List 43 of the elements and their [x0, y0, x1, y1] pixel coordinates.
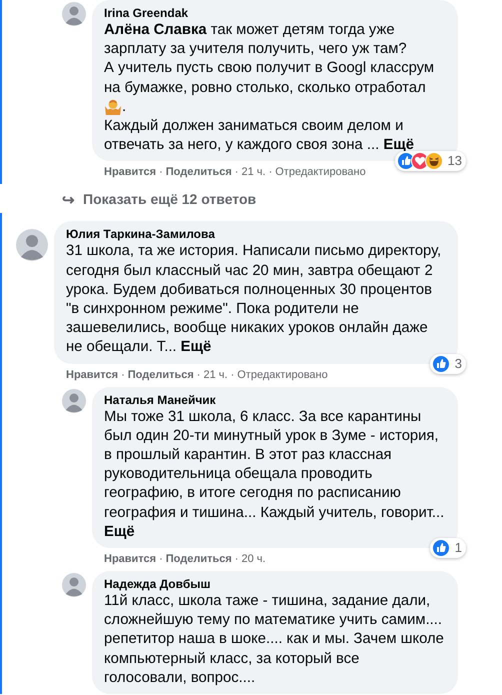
comment-text: 11й класс, школа таже - тишина, задание дали, сложнейшую тему по математике учить самим.... репетитор наша в шоке.... как и мы. Зачем школе компьютерный класс, за который все голосовали, вопрос....: [104, 592, 445, 688]
author-name[interactable]: Юлия Таркина-Замилова: [66, 226, 446, 242]
comment-text: А учитель пусть свою получит в Googl классрум на бумажке, ровно столько, сколько отработал: [104, 59, 436, 98]
comment-time[interactable]: 20 ч.: [241, 553, 266, 566]
see-more-link[interactable]: Ещё: [383, 137, 414, 154]
separator: ·: [268, 166, 272, 178]
separator: ·: [234, 553, 238, 566]
comment-text: .: [122, 98, 126, 117]
avatar-icon[interactable]: [62, 573, 86, 598]
author-name[interactable]: Надежда Довбыш: [104, 576, 446, 592]
separator: ·: [234, 166, 238, 178]
action-link[interactable]: Поделиться: [166, 166, 232, 178]
comment-text: Алёна Славка так может детям тогда уже зарплату за учителя получить, чего уж там?: [104, 21, 408, 60]
shrug-person-icon: [104, 99, 122, 115]
reactions-badge[interactable]: 1: [430, 538, 466, 558]
action-link[interactable]: Нравится: [104, 166, 156, 178]
laughing-face-icon: [424, 152, 443, 170]
reply-arrow-icon: ↪: [62, 190, 75, 209]
separator: ·: [230, 368, 234, 381]
comment-time[interactable]: 21 ч.: [203, 368, 228, 381]
comment-text: Мы тоже 31 школа, 6 класс. За все карантины был один 20-ти минутный урок в Зуме - история, в прошлый карантин. В этот раз классная руководительница обещала проводить географию, в итоге сегодня по расписанию география и тишина... Каждый учитель, говорит...: [104, 408, 446, 523]
thumbs-up-icon: [432, 539, 450, 558]
see-more-link[interactable]: Ещё: [180, 339, 212, 356]
separator: ·: [159, 553, 163, 566]
avatar-icon[interactable]: [16, 229, 48, 262]
action-link[interactable]: Поделиться: [128, 368, 194, 381]
edited-label: Отредактировано: [275, 166, 366, 178]
author-name[interactable]: Irina Greendak: [104, 5, 446, 21]
comment-time[interactable]: 21 ч.: [241, 166, 266, 178]
avatar-icon[interactable]: [62, 2, 86, 26]
action-link[interactable]: Нравится: [66, 368, 118, 381]
avatar-icon[interactable]: [62, 388, 86, 413]
show-more-replies-link[interactable]: Показать ещё 12 ответов: [83, 190, 256, 210]
action-link[interactable]: Поделиться: [166, 553, 232, 566]
author-name[interactable]: Наталья Манейчик: [104, 392, 446, 408]
reactions-badge[interactable]: 13: [394, 151, 466, 172]
action-link[interactable]: Нравится: [104, 553, 156, 566]
separator: ·: [121, 368, 125, 381]
separator: ·: [159, 166, 163, 178]
edited-label: Отредактировано: [237, 368, 328, 381]
reactions-badge[interactable]: 3: [430, 354, 466, 374]
thumbs-up-icon: [432, 354, 450, 373]
separator: ·: [196, 368, 200, 381]
